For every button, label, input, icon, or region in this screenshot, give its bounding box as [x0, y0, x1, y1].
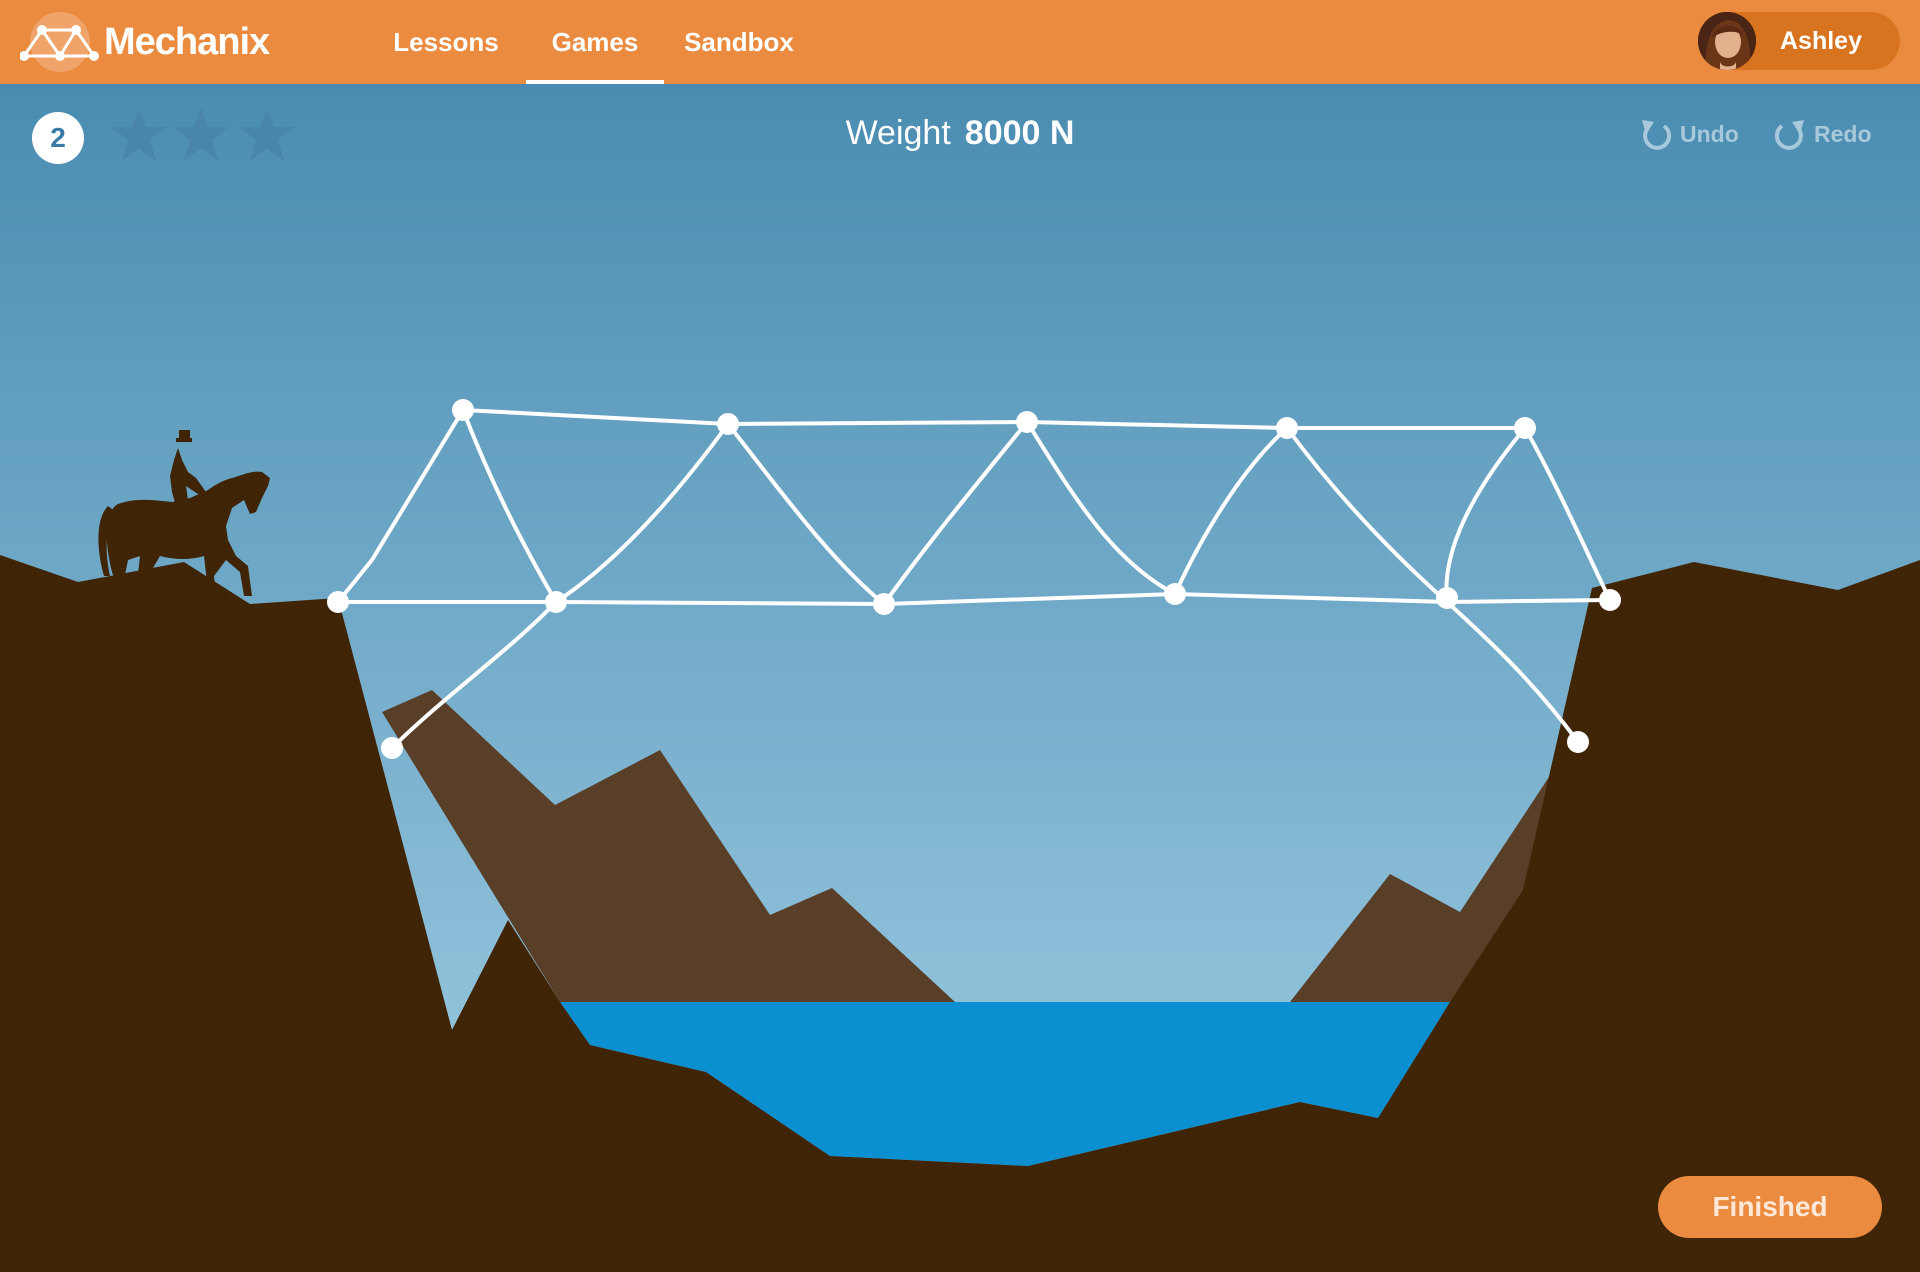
anchor-joint-right	[1567, 731, 1589, 753]
nav-games-label: Games	[551, 26, 639, 57]
joint	[1436, 587, 1458, 609]
star-icon	[111, 108, 167, 161]
joint	[545, 591, 567, 613]
nav-sandbox[interactable]: Sandbox	[668, 0, 810, 84]
anchor-joint-left	[381, 737, 403, 759]
weight-value: 8000 N	[964, 114, 1075, 152]
star-icon	[173, 108, 229, 161]
nav-lessons[interactable]: Lessons	[378, 0, 514, 84]
weight-label: Weight	[845, 114, 951, 152]
redo-label: Redo	[1814, 120, 1872, 147]
active-tab-indicator	[526, 80, 664, 84]
redo-button[interactable]: Redo	[1772, 114, 1872, 154]
app-brand-name: Mechanix	[104, 20, 270, 63]
joint	[1164, 583, 1186, 605]
undo-icon	[1642, 120, 1672, 150]
joint	[327, 591, 349, 613]
joint	[1276, 417, 1298, 439]
finished-button[interactable]: Finished	[1658, 1176, 1882, 1238]
joint	[1514, 417, 1536, 439]
star-icon	[239, 108, 295, 161]
mechanix-logo-icon	[20, 12, 99, 72]
level-badge: 2	[32, 112, 84, 164]
nav-games[interactable]: Games	[526, 0, 664, 84]
game-scene[interactable]	[0, 0, 1920, 1272]
joint	[1599, 589, 1621, 611]
joint	[717, 413, 739, 435]
top-navigation-bar: Mechanix Lessons Games Sandbox Ashley	[0, 0, 1920, 84]
weight-readout: Weight 8000 N	[760, 114, 1160, 153]
undo-label: Undo	[1680, 120, 1739, 147]
user-menu[interactable]: Ashley	[1698, 12, 1900, 70]
redo-icon	[1774, 120, 1804, 150]
avatar	[1698, 12, 1756, 70]
undo-button[interactable]: Undo	[1638, 114, 1739, 154]
user-name: Ashley	[1780, 27, 1862, 55]
joint	[452, 399, 474, 421]
app-logo[interactable]: Mechanix	[20, 10, 270, 74]
joint	[873, 593, 895, 615]
joint	[1016, 411, 1038, 433]
